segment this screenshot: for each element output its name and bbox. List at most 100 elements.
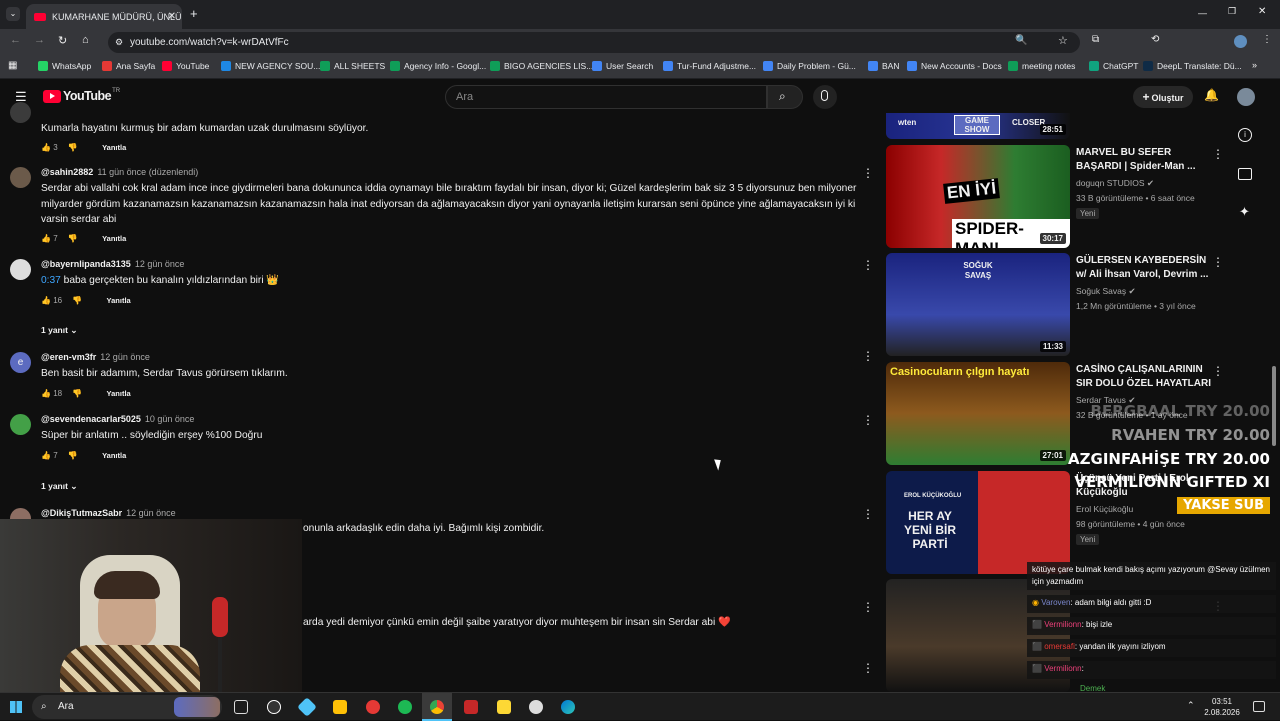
timestamp-link[interactable]: 0:37 (41, 275, 61, 286)
comment-menu-icon[interactable]: ⋮ (862, 414, 874, 426)
comment-menu-icon[interactable]: ⋮ (862, 350, 874, 362)
profile-avatar[interactable] (1234, 35, 1247, 48)
close-tab-icon[interactable]: ✕ (168, 11, 176, 22)
tab-list-icon[interactable]: ⌄ (6, 7, 20, 21)
bookmark-item[interactable]: meeting notes (1008, 61, 1075, 71)
task-view-icon[interactable] (234, 700, 248, 714)
bookmark-item[interactable]: NEW AGENCY SOU... (221, 61, 320, 71)
chat-icon[interactable] (1238, 168, 1252, 180)
bookmark-item[interactable]: User Search (592, 61, 653, 71)
voice-search-button[interactable] (813, 85, 837, 109)
channel-name[interactable]: Erol Küçükoğlu (1076, 504, 1133, 514)
restore-icon[interactable]: ❐ (1228, 6, 1236, 17)
bookmark-item[interactable]: New Accounts - Docs (907, 61, 1002, 71)
bookmark-item[interactable]: BAN (868, 61, 899, 71)
account-avatar[interactable] (1237, 88, 1255, 106)
view-replies-button[interactable]: 1 yanıt ⌄ (41, 481, 77, 492)
new-tab-icon[interactable]: + (190, 6, 198, 21)
extensions-icon[interactable]: ⧉ (1092, 34, 1099, 45)
taskbar-clock[interactable]: 03:51 2.08.2026 (1200, 696, 1244, 718)
like-icon[interactable]: 👍 (41, 143, 51, 152)
video-menu-icon[interactable]: ⋮ (1212, 255, 1224, 269)
info-icon[interactable]: i (1238, 128, 1252, 142)
dislike-icon[interactable]: 👎 (68, 234, 78, 243)
browser-tab[interactable]: KUMARHANE MÜDÜRÜ, ÜNLÜ ✕ (26, 4, 182, 29)
video-title[interactable]: MARVEL BU SEFER BAŞARDI | Spider-Man ... (1076, 146, 1211, 174)
video-menu-icon[interactable]: ⋮ (1212, 147, 1224, 161)
video-title[interactable]: GÜLERSEN KAYBEDERSİN w/ Ali İhsan Varol,… (1076, 254, 1211, 282)
comment-menu-icon[interactable]: ⋮ (862, 508, 874, 520)
app-icon[interactable] (529, 700, 543, 714)
dislike-icon[interactable]: 👎 (72, 296, 82, 305)
url-input[interactable]: ⚙ youtube.com/watch?v=k-wrDAtVfFc (108, 32, 1080, 53)
related-video[interactable]: SOĞUK SAVAŞ 11:33 GÜLERSEN KAYBEDERSİN w… (886, 253, 1280, 356)
video-thumbnail[interactable]: EROL KÜÇÜKOĞLU HER AY YENİ BİR PARTİ (886, 471, 1070, 574)
channel-name[interactable]: doguqn STUDIOS ✔ (1076, 178, 1154, 189)
history-icon[interactable]: ⟲ (1151, 34, 1159, 45)
app-icon[interactable] (464, 700, 478, 714)
related-video[interactable]: wten GAME SHOW CLOSER 28:51 (886, 113, 1280, 139)
scrollbar[interactable] (1272, 366, 1276, 446)
reply-button[interactable]: Yanıtla (102, 234, 126, 243)
tray-chevron-icon[interactable]: ⌃ (1187, 700, 1195, 711)
like-icon[interactable]: 👍 (41, 296, 51, 305)
bookmark-item[interactable]: Tur-Fund Adjustme... (663, 61, 756, 71)
like-icon[interactable]: 👍 (41, 389, 51, 398)
site-info-icon[interactable]: ⚙ (115, 32, 123, 53)
dislike-icon[interactable]: 👎 (72, 389, 82, 398)
app-icon[interactable] (297, 697, 317, 717)
home-icon[interactable]: ⌂ (82, 34, 89, 46)
comment-avatar[interactable]: e (10, 352, 31, 373)
bookmark-star-icon[interactable]: ☆ (1058, 34, 1068, 47)
video-thumbnail[interactable]: SOĞUK SAVAŞ 11:33 (886, 253, 1070, 356)
reply-button[interactable]: Yanıtla (102, 451, 126, 460)
browser-menu-icon[interactable]: ⋮ (1262, 34, 1272, 45)
zoom-icon[interactable]: 🔍 (1015, 35, 1027, 46)
reply-button[interactable]: Yanıtla (102, 143, 126, 152)
media-player-icon[interactable] (366, 700, 380, 714)
sparkle-icon[interactable]: ✦ (1239, 204, 1250, 220)
related-video[interactable]: EN İYİ SPIDER-MAN! 30:17 MARVEL BU SEFER… (886, 145, 1280, 248)
comment-author[interactable]: @eren-vm3fr 12 gün önce (41, 352, 150, 362)
like-icon[interactable]: 👍 (41, 234, 51, 243)
bookmark-item[interactable]: Daily Problem - Gü... (763, 61, 856, 71)
notification-icon[interactable] (1253, 701, 1265, 712)
video-thumbnail[interactable]: EN İYİ SPIDER-MAN! 30:17 (886, 145, 1070, 248)
chrome-taskbar-button[interactable] (422, 693, 452, 721)
obs-icon[interactable] (267, 700, 281, 714)
edge-icon[interactable] (561, 700, 575, 714)
bookmark-item[interactable]: YouTube (162, 61, 209, 71)
like-icon[interactable]: 👍 (41, 451, 51, 460)
reply-button[interactable]: Yanıtla (107, 389, 131, 398)
search-input[interactable]: Ara (445, 85, 767, 109)
comment-menu-icon[interactable]: ⋮ (862, 600, 874, 614)
minimize-icon[interactable]: — (1198, 8, 1207, 18)
search-button[interactable]: ⌕ (767, 85, 803, 109)
comment-avatar[interactable] (10, 102, 31, 123)
bookmark-item[interactable]: WhatsApp (38, 61, 91, 71)
reply-button[interactable]: Yanıtla (107, 296, 131, 305)
view-replies-button[interactable]: 1 yanıt ⌄ (41, 325, 77, 336)
youtube-logo[interactable]: YouTube TR (43, 88, 120, 103)
file-explorer-icon[interactable] (333, 700, 347, 714)
notifications-bell-icon[interactable]: 🔔 (1204, 88, 1219, 102)
bookmark-item[interactable]: ChatGPT (1089, 61, 1138, 71)
comment-author[interactable]: @sevendenacarlar5025 10 gün önce (41, 414, 194, 424)
comment-avatar[interactable] (10, 259, 31, 280)
windows-start-icon[interactable] (10, 701, 22, 713)
video-thumbnail[interactable]: Casinocuların çılgın hayatı 27:01 (886, 362, 1070, 465)
taskbar-search[interactable]: ⌕ Ara (32, 695, 222, 719)
dislike-icon[interactable]: 👎 (68, 143, 78, 152)
forward-icon[interactable]: → (34, 34, 45, 46)
comment-avatar[interactable] (10, 167, 31, 188)
comment-menu-icon[interactable]: ⋮ (862, 259, 874, 271)
bookmark-item[interactable]: DeepL Translate: Dü... (1143, 61, 1242, 71)
create-button[interactable]: + Oluştur (1133, 86, 1193, 108)
video-title[interactable]: CASİNO ÇALIŞANLARININ SIR DOLU ÖZEL HAYA… (1076, 363, 1211, 391)
back-icon[interactable]: ← (10, 34, 21, 46)
bookmark-item[interactable]: ALL SHEETS (320, 61, 385, 71)
dislike-icon[interactable]: 👎 (68, 451, 78, 460)
close-window-icon[interactable]: ✕ (1258, 6, 1266, 17)
comment-menu-icon[interactable]: ⋮ (862, 167, 874, 179)
apps-icon[interactable]: ▦ (8, 60, 17, 71)
